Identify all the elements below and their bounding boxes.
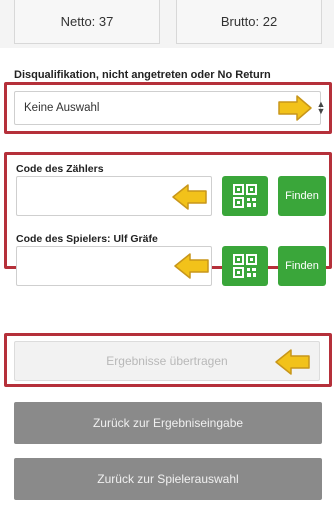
player-find-button[interactable]: Finden [278, 246, 326, 286]
counter-code-label: Code des Zählers [16, 163, 104, 175]
qr-code-icon [233, 254, 257, 278]
netto-score: Netto: 37 [14, 0, 160, 44]
disqualification-label: Disqualifikation, nicht angetreten oder … [14, 69, 271, 81]
arrow-right-icon [278, 95, 312, 121]
score-summary: Netto: 37 Brutto: 22 [0, 0, 334, 48]
counter-find-button[interactable]: Finden [278, 176, 326, 216]
disqualification-selected-value: Keine Auswahl [24, 102, 100, 114]
qr-code-icon [233, 184, 257, 208]
back-to-players-button[interactable]: Zurück zur Spielerauswahl [14, 458, 322, 500]
arrow-left-icon [172, 184, 207, 210]
brutto-score: Brutto: 22 [176, 0, 322, 44]
arrow-left-icon [174, 253, 209, 279]
player-qr-scan-button[interactable] [222, 246, 268, 286]
sort-updown-icon: ▲ ▼ [316, 99, 326, 116]
player-code-label: Code des Spielers: Ulf Gräfe [16, 233, 158, 245]
arrow-left-icon [275, 349, 310, 375]
back-to-results-button[interactable]: Zurück zur Ergebniseingabe [14, 402, 322, 444]
counter-qr-scan-button[interactable] [222, 176, 268, 216]
disqualification-select[interactable]: Keine Auswahl [14, 91, 321, 125]
